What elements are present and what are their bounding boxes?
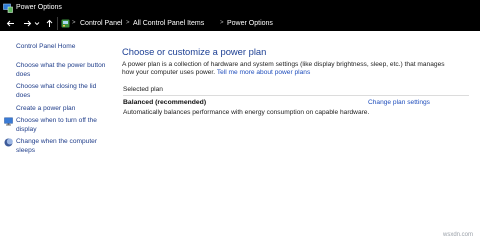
selected-plan-label: Selected plan [123, 86, 163, 93]
control-panel-icon [61, 19, 70, 28]
breadcrumb[interactable]: > Control Panel > All Control Panel Item… [57, 17, 480, 30]
divider [123, 95, 469, 96]
plan-name: Balanced (recommended) [123, 99, 207, 106]
monitor-icon [4, 117, 13, 126]
forward-arrow-icon[interactable] [22, 18, 33, 29]
breadcrumb-separator: > [126, 20, 130, 26]
breadcrumb-separator: > [220, 20, 224, 26]
page-description: A power plan is a collection of hardware… [122, 61, 452, 77]
chevron-down-icon[interactable] [33, 18, 41, 29]
up-arrow-icon[interactable] [44, 18, 55, 29]
power-options-icon [3, 3, 13, 13]
sidebar-item-computer-sleeps[interactable]: Change when the computer sleeps [16, 138, 112, 155]
change-plan-settings-link[interactable]: Change plan settings [368, 99, 430, 106]
tell-me-more-link[interactable]: Tell me more about power plans [217, 69, 310, 76]
title-bar: Power Options [0, 0, 480, 16]
breadcrumb-separator: > [72, 20, 76, 26]
breadcrumb-all-items[interactable]: All Control Panel Items [133, 19, 204, 28]
sidebar-item-create-plan[interactable]: Create a power plan [16, 105, 75, 114]
breadcrumb-power-options[interactable]: Power Options [227, 19, 273, 28]
moon-icon [4, 138, 13, 147]
address-bar: > Control Panel > All Control Panel Item… [0, 16, 480, 31]
sidebar-item-power-button[interactable]: Choose what the power button does [16, 62, 116, 79]
watermark: wsxdn.com [443, 232, 474, 238]
sidebar-item-lid[interactable]: Choose what closing the lid does [16, 83, 106, 100]
plan-description: Automatically balances performance with … [123, 109, 370, 116]
sidebar-control-panel-home[interactable]: Control Panel Home [16, 43, 75, 52]
window-title: Power Options [16, 4, 62, 11]
breadcrumb-control-panel[interactable]: Control Panel [80, 19, 122, 28]
page-title: Choose or customize a power plan [122, 46, 267, 57]
back-arrow-icon[interactable] [5, 18, 16, 29]
sidebar-item-turn-off-display[interactable]: Choose when to turn off the display [16, 117, 112, 134]
